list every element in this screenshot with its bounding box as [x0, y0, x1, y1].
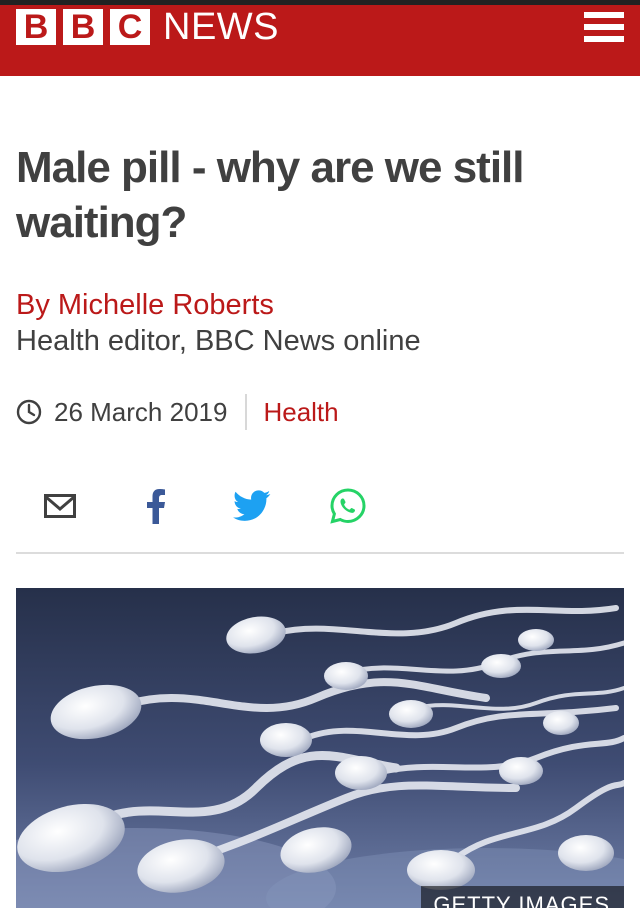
- author-name[interactable]: By Michelle Roberts: [16, 287, 421, 323]
- twitter-icon[interactable]: [224, 478, 280, 534]
- clock-icon: [16, 399, 42, 425]
- hamburger-menu-icon[interactable]: [584, 12, 624, 42]
- author-role: Health editor, BBC News online: [16, 325, 421, 357]
- logo-letter-c: C: [110, 9, 150, 45]
- sperm-illustration: [16, 588, 624, 908]
- whatsapp-icon[interactable]: [320, 478, 376, 534]
- facebook-icon[interactable]: [128, 478, 184, 534]
- bbc-news-logo[interactable]: B B C NEWS: [16, 8, 279, 46]
- article-meta: 26 March 2019 Health: [16, 392, 339, 432]
- logo-letter-b1: B: [16, 9, 56, 45]
- email-icon[interactable]: [32, 478, 88, 534]
- topic-link[interactable]: Health: [263, 397, 338, 428]
- meta-divider: [245, 394, 248, 430]
- article-headline: Male pill - why are we still waiting?: [16, 143, 525, 247]
- logo-wordmark: NEWS: [163, 6, 279, 48]
- top-bar: B B C NEWS: [0, 0, 640, 76]
- article-image[interactable]: GETTY IMAGES: [16, 588, 624, 908]
- image-credit: GETTY IMAGES: [421, 886, 624, 908]
- divider-line: [16, 552, 624, 554]
- logo-letter-b2: B: [63, 9, 103, 45]
- byline: By Michelle Roberts Health editor, BBC N…: [16, 287, 421, 359]
- publish-date: 26 March 2019: [54, 396, 228, 427]
